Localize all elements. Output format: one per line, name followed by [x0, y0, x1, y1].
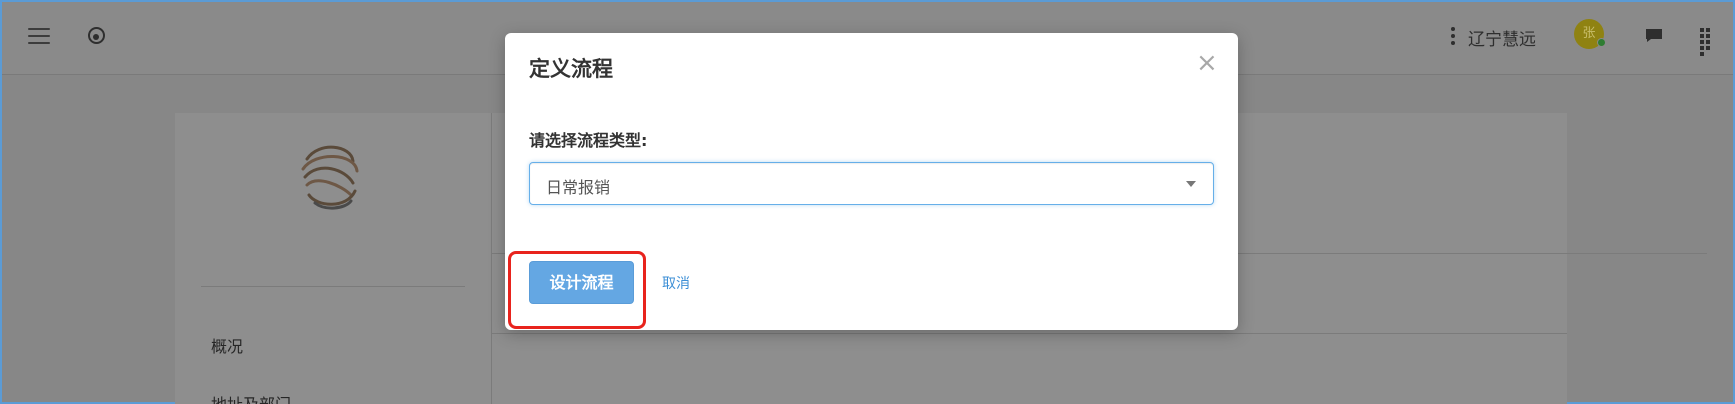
app-logo-icon[interactable] — [88, 27, 105, 44]
design-process-button[interactable]: 设计流程 — [529, 261, 634, 304]
company-logo-icon — [301, 145, 359, 210]
divider — [492, 333, 1567, 334]
menu-icon[interactable] — [28, 28, 50, 44]
more-vertical-icon[interactable] — [1451, 27, 1455, 45]
online-status-dot — [1597, 38, 1606, 47]
apps-grid-icon[interactable] — [1700, 28, 1716, 56]
define-process-dialog: 定义流程 × 请选择流程类型: 日常报销 设计流程 取消 — [505, 33, 1238, 330]
caret-down-icon — [1186, 181, 1196, 187]
selected-process-type: 日常报销 — [546, 178, 611, 197]
close-icon[interactable]: × — [1196, 50, 1218, 76]
nav-item-overview[interactable]: 概况 — [211, 333, 243, 357]
chat-icon[interactable] — [1645, 28, 1663, 43]
process-type-select[interactable]: 日常报销 — [529, 162, 1214, 205]
nav-item-address-departments[interactable]: 地址及部门 — [211, 391, 291, 404]
process-type-label: 请选择流程类型: — [529, 131, 648, 150]
cancel-button[interactable]: 取消 — [662, 273, 690, 293]
dialog-title: 定义流程 — [529, 57, 613, 81]
left-panel: 概况 地址及部门 — [175, 113, 492, 404]
org-name[interactable]: 辽宁慧远 — [1468, 25, 1536, 50]
divider — [201, 286, 465, 287]
